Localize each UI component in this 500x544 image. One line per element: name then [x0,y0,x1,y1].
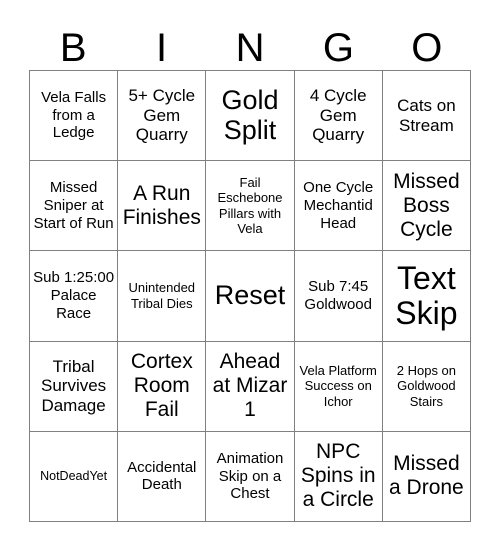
bingo-cell-label: NPC Spins in a Circle [300,440,376,512]
bingo-cell-b4[interactable]: Tribal Survives Damage [30,341,119,432]
bingo-cell-b2[interactable]: Missed Sniper at Start of Run [30,161,119,252]
bingo-cell-label: Accidental Death [127,458,197,494]
bingo-cell-g5[interactable]: NPC Spins in a Circle [294,431,383,522]
bingo-cell-g1[interactable]: 4 Cycle Gem Quarry [294,71,383,162]
bingo-cell-label: Unintended Tribal Dies [128,280,196,311]
bingo-header-letter-g: G [322,26,354,70]
bingo-cell-o5[interactable]: Missed a Drone [382,431,471,522]
bingo-cell-label: 2 Hops on Goldwood Stairs [396,362,457,409]
bingo-cell-i2[interactable]: A Run Finishes [118,161,207,252]
bingo-cell-n5[interactable]: Animation Skip on a Chest [206,431,295,522]
bingo-cell-label: Reset [214,280,286,311]
bingo-header-letter-o: O [411,26,443,70]
bingo-cell-n2[interactable]: Fail Eschebone Pillars with Vela [206,161,295,252]
bingo-cell-label: A Run Finishes [122,181,201,229]
bingo-cell-label: Ahead at Mizar 1 [212,350,288,422]
bingo-cell-n4[interactable]: Ahead at Mizar 1 [206,341,295,432]
bingo-cell-label: Missed Sniper at Start of Run [33,179,114,232]
bingo-cell-o3[interactable]: Text Skip [382,251,471,342]
bingo-cell-i4[interactable]: Cortex Room Fail [118,341,207,432]
bingo-grid: Vela Falls from a Ledge 5+ Cycle Gem Qua… [29,70,471,522]
bingo-cell-label: One Cycle Mechantid Head [303,179,374,232]
bingo-cell-label: Missed Boss Cycle [393,169,460,241]
bingo-header-letter-b: B [59,26,87,70]
bingo-header-letter-i: I [156,26,168,70]
bingo-cell-g4[interactable]: Vela Platform Success on Ichor [294,341,383,432]
bingo-cell-label: Fail Eschebone Pillars with Vela [217,174,283,237]
bingo-cell-label: 4 Cycle Gem Quarry [309,86,367,145]
bingo-cell-label: Sub 7:45 Goldwood [304,278,372,313]
bingo-cell-i1[interactable]: 5+ Cycle Gem Quarry [118,71,207,162]
bingo-cell-g3[interactable]: Sub 7:45 Goldwood [294,251,383,342]
bingo-cell-g2[interactable]: One Cycle Mechantid Head [294,161,383,252]
bingo-cell-i5[interactable]: Accidental Death [118,431,207,522]
bingo-cell-label: Animation Skip on a Chest [216,449,284,503]
bingo-cell-o2[interactable]: Missed Boss Cycle [382,161,471,252]
bingo-cell-label: Sub 1:25:00 Palace Race [33,269,115,322]
bingo-cell-label: 5+ Cycle Gem Quarry [128,86,196,145]
bingo-cell-label: Missed a Drone [389,452,464,500]
bingo-cell-o4[interactable]: 2 Hops on Goldwood Stairs [382,341,471,432]
bingo-card: B I N G O Vela Falls from a Ledge 5+ Cyc… [0,0,500,544]
bingo-cell-label: Cats on Stream [397,95,456,135]
bingo-cell-label: Text Skip [395,260,458,331]
bingo-header-row: B I N G O [29,18,471,70]
bingo-cell-label: Tribal Survives Damage [41,356,107,416]
bingo-cell-b1[interactable]: Vela Falls from a Ledge [30,71,119,162]
bingo-cell-n1[interactable]: Gold Split [206,71,295,162]
bingo-cell-b3[interactable]: Sub 1:25:00 Palace Race [30,251,119,342]
bingo-cell-o1[interactable]: Cats on Stream [382,71,471,162]
bingo-cell-i3[interactable]: Unintended Tribal Dies [118,251,207,342]
bingo-cell-b5[interactable]: NotDeadYet [30,431,119,522]
bingo-cell-label: Cortex Room Fail [130,350,193,422]
bingo-cell-label: NotDeadYet [40,468,108,483]
bingo-header-letter-n: N [235,26,265,70]
bingo-cell-label: Gold Split [221,84,279,145]
bingo-cell-label: Vela Platform Success on Ichor [299,362,377,409]
bingo-cell-n3[interactable]: Reset [206,251,295,342]
bingo-cell-label: Vela Falls from a Ledge [41,89,107,142]
